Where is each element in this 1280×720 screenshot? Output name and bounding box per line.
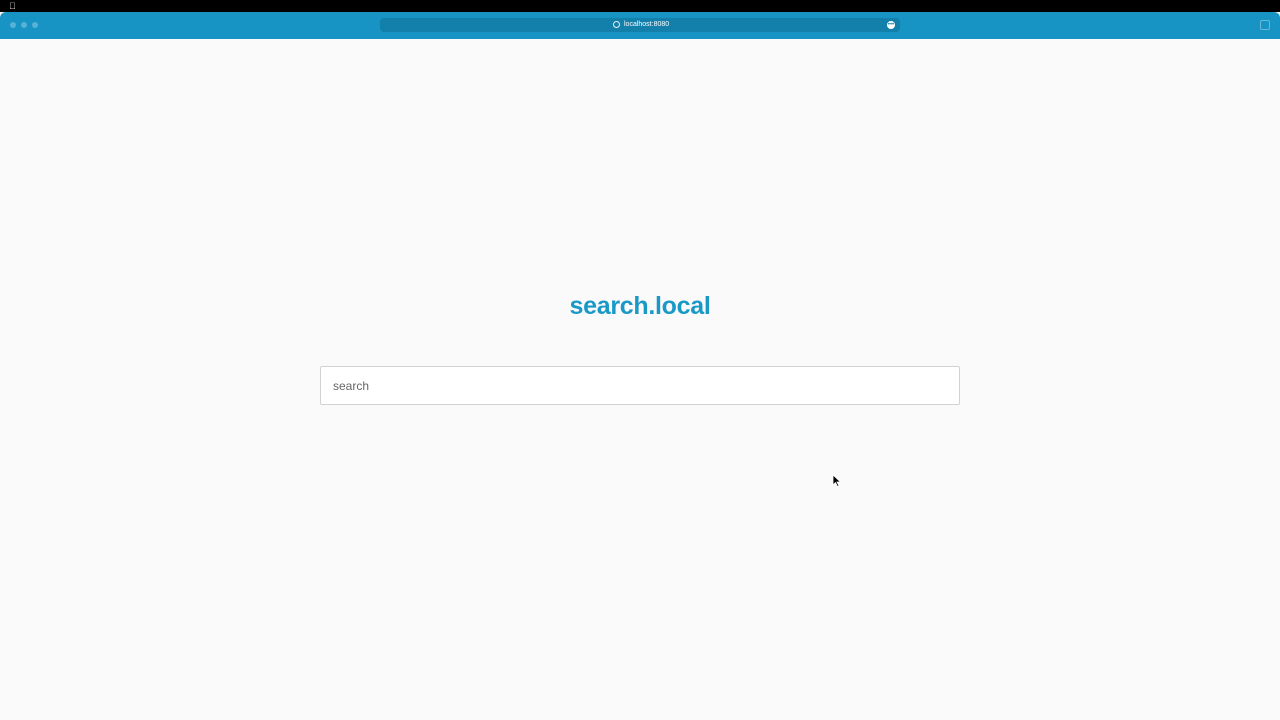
minimize-window-icon[interactable] xyxy=(21,22,27,28)
address-bar[interactable]: localhost:8080 ••• xyxy=(380,18,900,32)
maximize-window-icon[interactable] xyxy=(32,22,38,28)
apple-logo-icon[interactable]:  xyxy=(9,0,16,12)
search-input[interactable] xyxy=(320,366,960,405)
mouse-pointer-icon xyxy=(832,474,842,488)
browser-toolbar: localhost:8080 ••• xyxy=(0,12,1280,39)
window-controls xyxy=(10,22,38,28)
globe-icon xyxy=(613,21,620,28)
page-title: search.local xyxy=(569,292,711,320)
ellipsis-icon[interactable]: ••• xyxy=(887,21,895,29)
system-menubar:  xyxy=(0,0,1280,12)
address-url: localhost:8080 xyxy=(624,21,670,28)
close-window-icon[interactable] xyxy=(10,22,16,28)
tab-overview-icon[interactable] xyxy=(1260,20,1270,30)
